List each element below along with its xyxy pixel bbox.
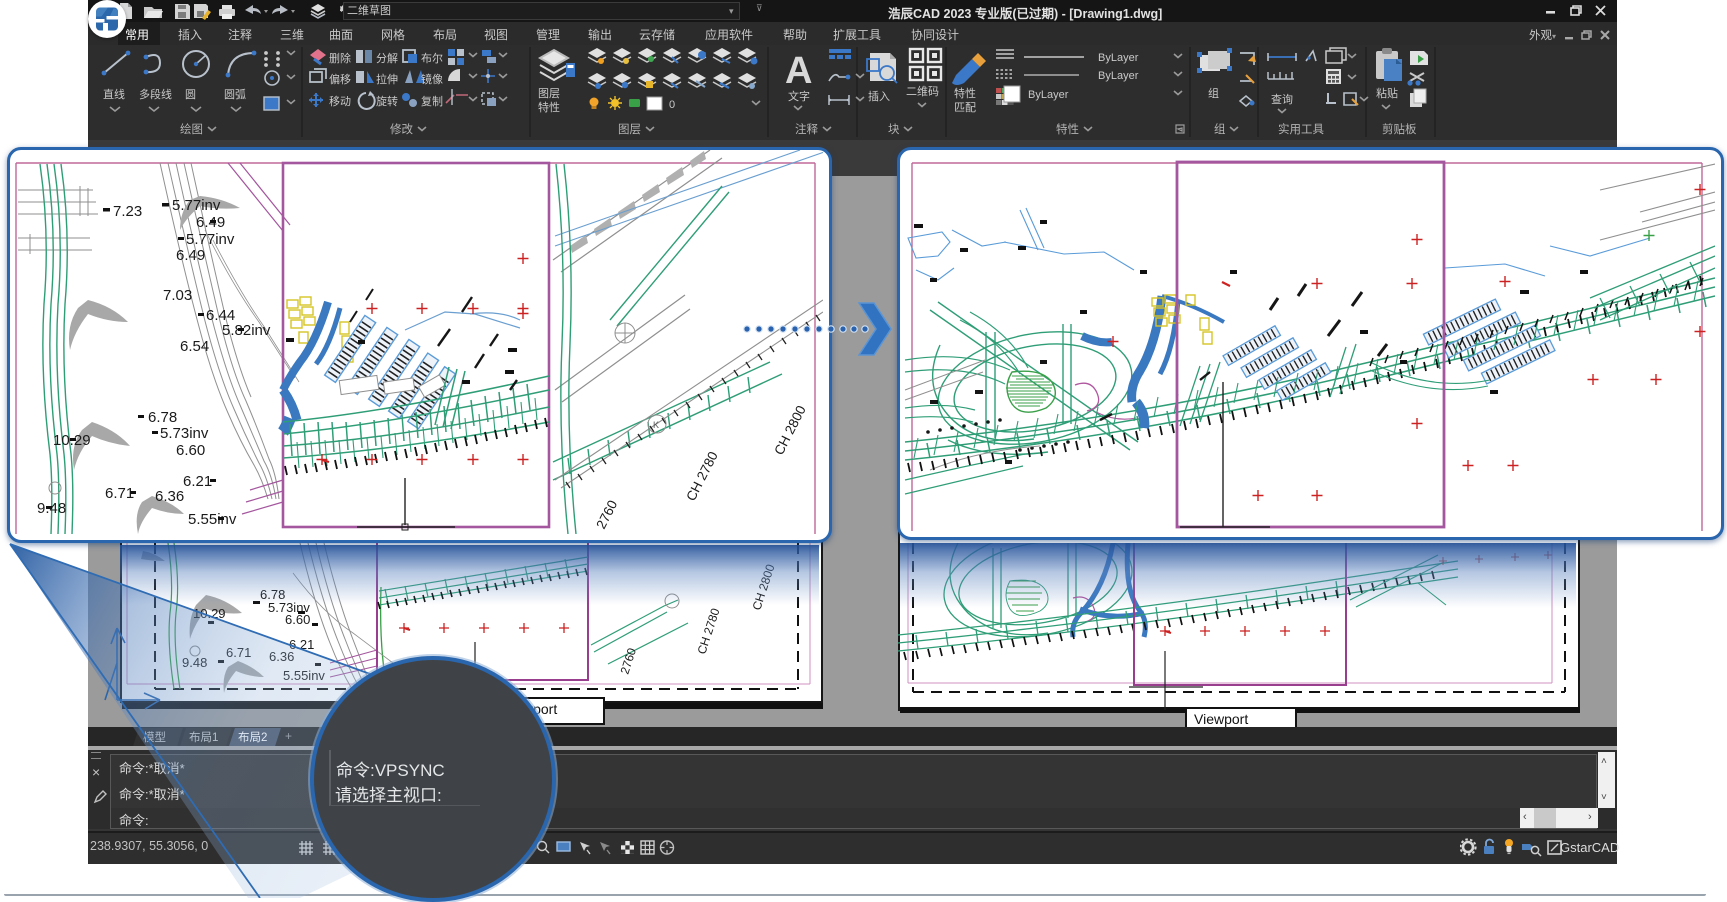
svg-text:5.77inv: 5.77inv: [186, 231, 235, 248]
svg-text:6.78: 6.78: [148, 409, 177, 426]
svg-text:修改: 修改: [390, 122, 413, 136]
svg-text:绘图: 绘图: [180, 122, 203, 136]
svg-text:ByLayer: ByLayer: [1028, 89, 1069, 101]
svg-text:组: 组: [1208, 86, 1219, 100]
svg-text:图层: 图层: [618, 123, 641, 136]
svg-text:0: 0: [669, 99, 675, 111]
svg-text:删除: 删除: [329, 51, 351, 65]
svg-text:圆弧: 圆弧: [224, 87, 246, 101]
svg-text:组: 组: [1214, 122, 1226, 136]
svg-text:CH 2780: CH 2780: [695, 606, 723, 656]
svg-text:圆: 圆: [185, 88, 196, 101]
svg-text:2760: 2760: [593, 498, 620, 532]
svg-text:5.73inv: 5.73inv: [160, 425, 209, 442]
svg-text:剪贴板: 剪贴板: [1382, 122, 1417, 136]
svg-text:分解: 分解: [376, 51, 398, 65]
svg-text:5.55inv: 5.55inv: [188, 511, 237, 528]
svg-text:镜像: 镜像: [421, 72, 443, 86]
svg-text:CH 2780: CH 2780: [683, 449, 721, 503]
svg-text:A: A: [785, 50, 812, 92]
svg-text:匹配: 匹配: [954, 101, 976, 114]
svg-text:布尔: 布尔: [421, 52, 443, 65]
svg-text:6.71: 6.71: [105, 485, 134, 502]
svg-text:5.77inv: 5.77inv: [172, 197, 221, 214]
svg-text:旋转: 旋转: [376, 94, 398, 108]
svg-text:6.49: 6.49: [176, 247, 205, 264]
svg-text:文字: 文字: [788, 89, 810, 103]
svg-text:插入: 插入: [868, 89, 890, 103]
svg-text:特性: 特性: [954, 86, 976, 100]
svg-text:5.82inv: 5.82inv: [222, 322, 271, 339]
svg-text:块: 块: [888, 123, 900, 136]
svg-text:复制: 复制: [421, 94, 443, 108]
svg-text:拉伸: 拉伸: [376, 72, 398, 86]
svg-text:6.21: 6.21: [183, 473, 212, 490]
svg-text:实用工具: 实用工具: [1278, 122, 1324, 136]
svg-text:6.60: 6.60: [176, 442, 205, 459]
svg-text:7.23: 7.23: [113, 203, 142, 220]
svg-text:特性: 特性: [1056, 122, 1079, 136]
svg-text:ByLayer: ByLayer: [1098, 52, 1139, 64]
svg-text:图层: 图层: [538, 87, 560, 100]
svg-text:多段线: 多段线: [139, 87, 172, 101]
svg-text:7.03: 7.03: [163, 287, 192, 304]
svg-text:查询: 查询: [1271, 92, 1293, 106]
svg-text:2760: 2760: [618, 646, 640, 676]
svg-text:二维码: 二维码: [906, 85, 939, 98]
svg-text:粘贴: 粘贴: [1376, 86, 1398, 100]
svg-text:K: K: [653, 420, 659, 430]
svg-text:移动: 移动: [329, 95, 351, 108]
svg-text:注释: 注释: [795, 122, 818, 136]
svg-text:偏移: 偏移: [329, 72, 351, 86]
svg-text:ByLayer: ByLayer: [1098, 70, 1139, 82]
svg-text:直线: 直线: [103, 87, 125, 101]
svg-text:6.36: 6.36: [155, 488, 184, 505]
svg-text:6.54: 6.54: [180, 338, 209, 355]
svg-text:CH 2800: CH 2800: [771, 403, 809, 457]
svg-text:特性: 特性: [538, 100, 560, 114]
